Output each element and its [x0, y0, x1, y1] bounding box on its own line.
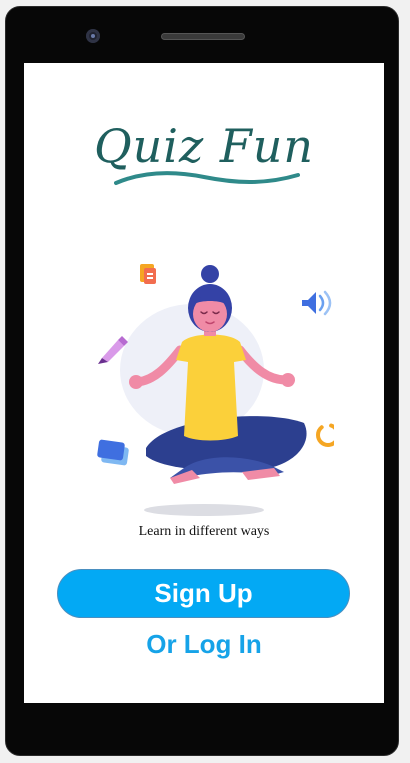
- left-hand: [129, 375, 143, 389]
- meditation-illustration: [74, 258, 340, 518]
- app-screen: Quiz Fun Learn in different ways Sign Up…: [24, 63, 384, 703]
- app-logo: Quiz Fun: [24, 113, 384, 193]
- camera-icon: [86, 29, 100, 43]
- document-icon: [140, 264, 156, 284]
- speaker-icon: [302, 290, 332, 316]
- speaker-grille: [161, 33, 245, 40]
- loading-ring-icon: [316, 423, 340, 447]
- title-underline: [114, 171, 300, 185]
- hair-bun: [201, 265, 219, 283]
- phone-frame: Quiz Fun Learn in different ways Sign Up…: [5, 6, 399, 756]
- right-hand: [281, 373, 295, 387]
- app-title: Quiz Fun: [93, 119, 315, 173]
- cards-icon: [97, 439, 129, 466]
- sign-up-button[interactable]: Sign Up: [57, 569, 350, 618]
- tagline: Learn in different ways: [138, 524, 270, 539]
- floor-shadow: [144, 504, 264, 516]
- log-in-link[interactable]: Or Log In: [24, 629, 384, 660]
